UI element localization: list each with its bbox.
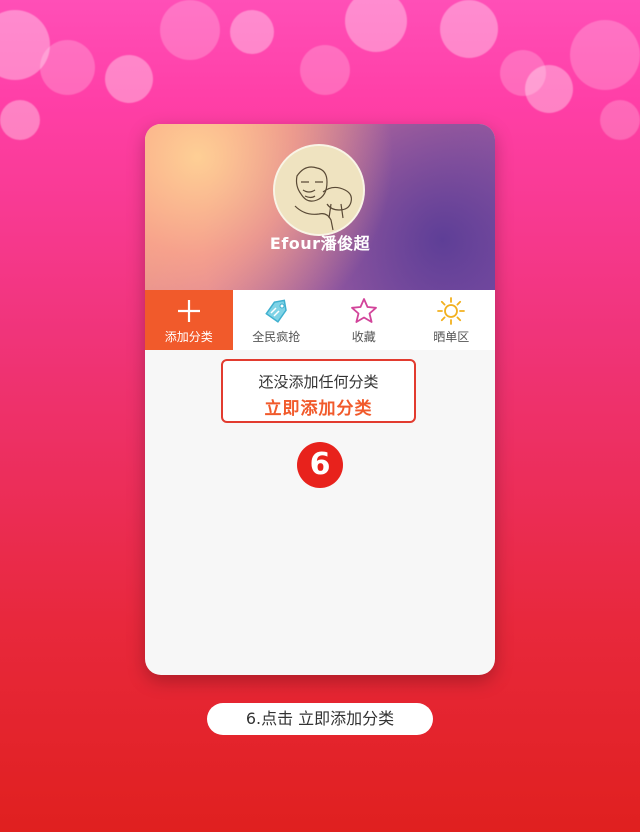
step-caption: 6.点击 立即添加分类	[207, 703, 433, 735]
empty-state-callout: 还没添加任何分类 立即添加分类	[221, 359, 416, 423]
tab-label: 添加分类	[164, 330, 213, 344]
tab-label: 晒单区	[433, 330, 470, 344]
add-category-link[interactable]: 立即添加分类	[223, 394, 414, 419]
empty-message: 还没添加任何分类	[258, 373, 379, 391]
avatar[interactable]	[273, 144, 365, 236]
category-tabs: 添加分类 全民疯抢 收藏 晒单区	[145, 290, 495, 350]
profile-header: Efour潘俊超	[145, 124, 495, 290]
tab-label: 全民疯抢	[252, 330, 301, 344]
tab-show-orders[interactable]: 晒单区	[408, 290, 496, 350]
step-number-badge: 6	[297, 442, 343, 488]
tab-add-category[interactable]: 添加分类	[145, 290, 233, 350]
avatar-sketch-icon	[275, 146, 363, 234]
tab-label: 收藏	[351, 330, 376, 344]
tab-favorites[interactable]: 收藏	[320, 290, 408, 350]
username: Efour潘俊超	[269, 234, 371, 253]
sun-icon	[437, 297, 466, 325]
tab-flash-sale[interactable]: 全民疯抢	[233, 290, 321, 350]
star-icon	[350, 298, 377, 323]
tag-icon	[265, 299, 288, 323]
plus-icon	[177, 300, 200, 322]
